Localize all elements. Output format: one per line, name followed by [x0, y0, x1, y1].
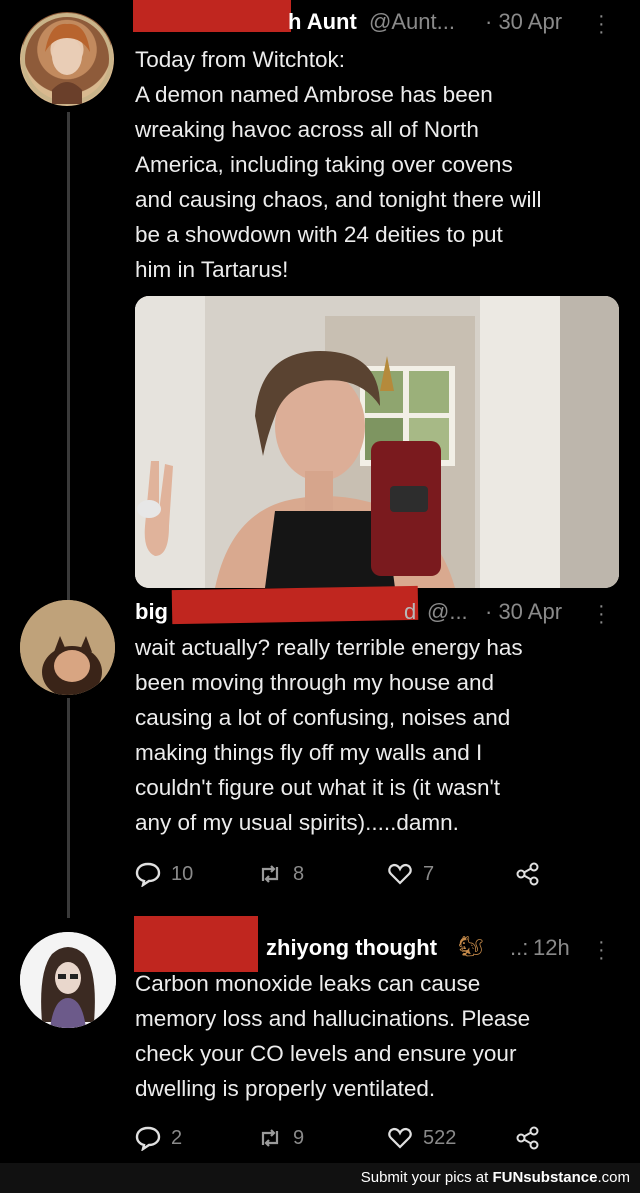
- like-button[interactable]: 7: [387, 861, 434, 887]
- avatar[interactable]: [20, 932, 116, 1028]
- watermark-footer: Submit your pics at FUNsubstance.com: [0, 1163, 640, 1193]
- reply-button[interactable]: 2: [135, 1125, 182, 1151]
- reply-count: 2: [171, 1126, 183, 1149]
- watermark-text: Submit your pics at FUNsubstance.com: [360, 1169, 630, 1186]
- thread-line-2: [67, 698, 70, 918]
- avatar[interactable]: [20, 600, 115, 695]
- tweet-photo[interactable]: [135, 296, 619, 588]
- user-handle[interactable]: @...: [427, 599, 468, 625]
- redaction-bar: [134, 916, 258, 972]
- tweet-actions: 10 8 7: [135, 861, 615, 891]
- tweet-text: Today from Witchtok: A demon named Ambro…: [135, 47, 542, 282]
- thread-line-1: [67, 112, 70, 600]
- reply-button[interactable]: 10: [135, 861, 193, 887]
- like-count: 7: [423, 862, 435, 885]
- reply-icon: [135, 862, 161, 887]
- squirrel-emoji-icon: 🐿: [458, 936, 484, 958]
- timestamp[interactable]: 12h: [533, 935, 570, 961]
- user-handle[interactable]: ..:: [510, 935, 528, 961]
- share-button[interactable]: [515, 861, 541, 887]
- retweet-icon: [261, 1129, 279, 1147]
- retweet-count: 8: [293, 862, 305, 885]
- timestamp[interactable]: · 30 Apr: [485, 599, 562, 625]
- user-handle[interactable]: @Aunt...: [369, 9, 455, 35]
- tweet-text: wait actually? really terrible energy ha…: [135, 635, 523, 835]
- display-name-start[interactable]: big: [135, 599, 168, 625]
- avatar[interactable]: [20, 12, 114, 106]
- more-dots-icon[interactable]: · · ·: [598, 6, 605, 42]
- retweet-count: 9: [293, 1126, 305, 1149]
- share-button[interactable]: [515, 1125, 541, 1151]
- more-dots-icon[interactable]: · · ·: [598, 596, 605, 632]
- retweet-icon: [261, 865, 279, 883]
- more-dots-icon[interactable]: · · ·: [598, 932, 605, 968]
- retweet-button[interactable]: 8: [257, 861, 304, 887]
- display-name[interactable]: h Aunt: [288, 9, 357, 35]
- tweet-text: Carbon monoxide leaks can cause memory l…: [135, 971, 531, 1101]
- selfie-photo-image: [135, 296, 619, 588]
- heart-icon: [388, 1127, 412, 1149]
- tweet-actions: 2 9 522: [135, 1125, 615, 1155]
- avatar-cat-ears-icon: [20, 600, 115, 695]
- share-icon: [516, 862, 539, 886]
- share-icon: [516, 1126, 539, 1150]
- reply-icon: [135, 1126, 161, 1151]
- display-name-end[interactable]: d: [404, 599, 416, 625]
- redaction-bar: [133, 0, 291, 32]
- like-button[interactable]: 522: [387, 1125, 456, 1151]
- retweet-button[interactable]: 9: [257, 1125, 304, 1151]
- heart-icon: [388, 863, 412, 885]
- redaction-bar: [171, 585, 419, 625]
- display-name[interactable]: zhiyong thought: [266, 935, 437, 961]
- avatar-illustration-icon: [20, 932, 116, 1028]
- like-count: 522: [423, 1126, 457, 1149]
- reply-count: 10: [171, 862, 194, 885]
- avatar-art-icon: [21, 13, 113, 105]
- timestamp[interactable]: · 30 Apr: [485, 9, 562, 35]
